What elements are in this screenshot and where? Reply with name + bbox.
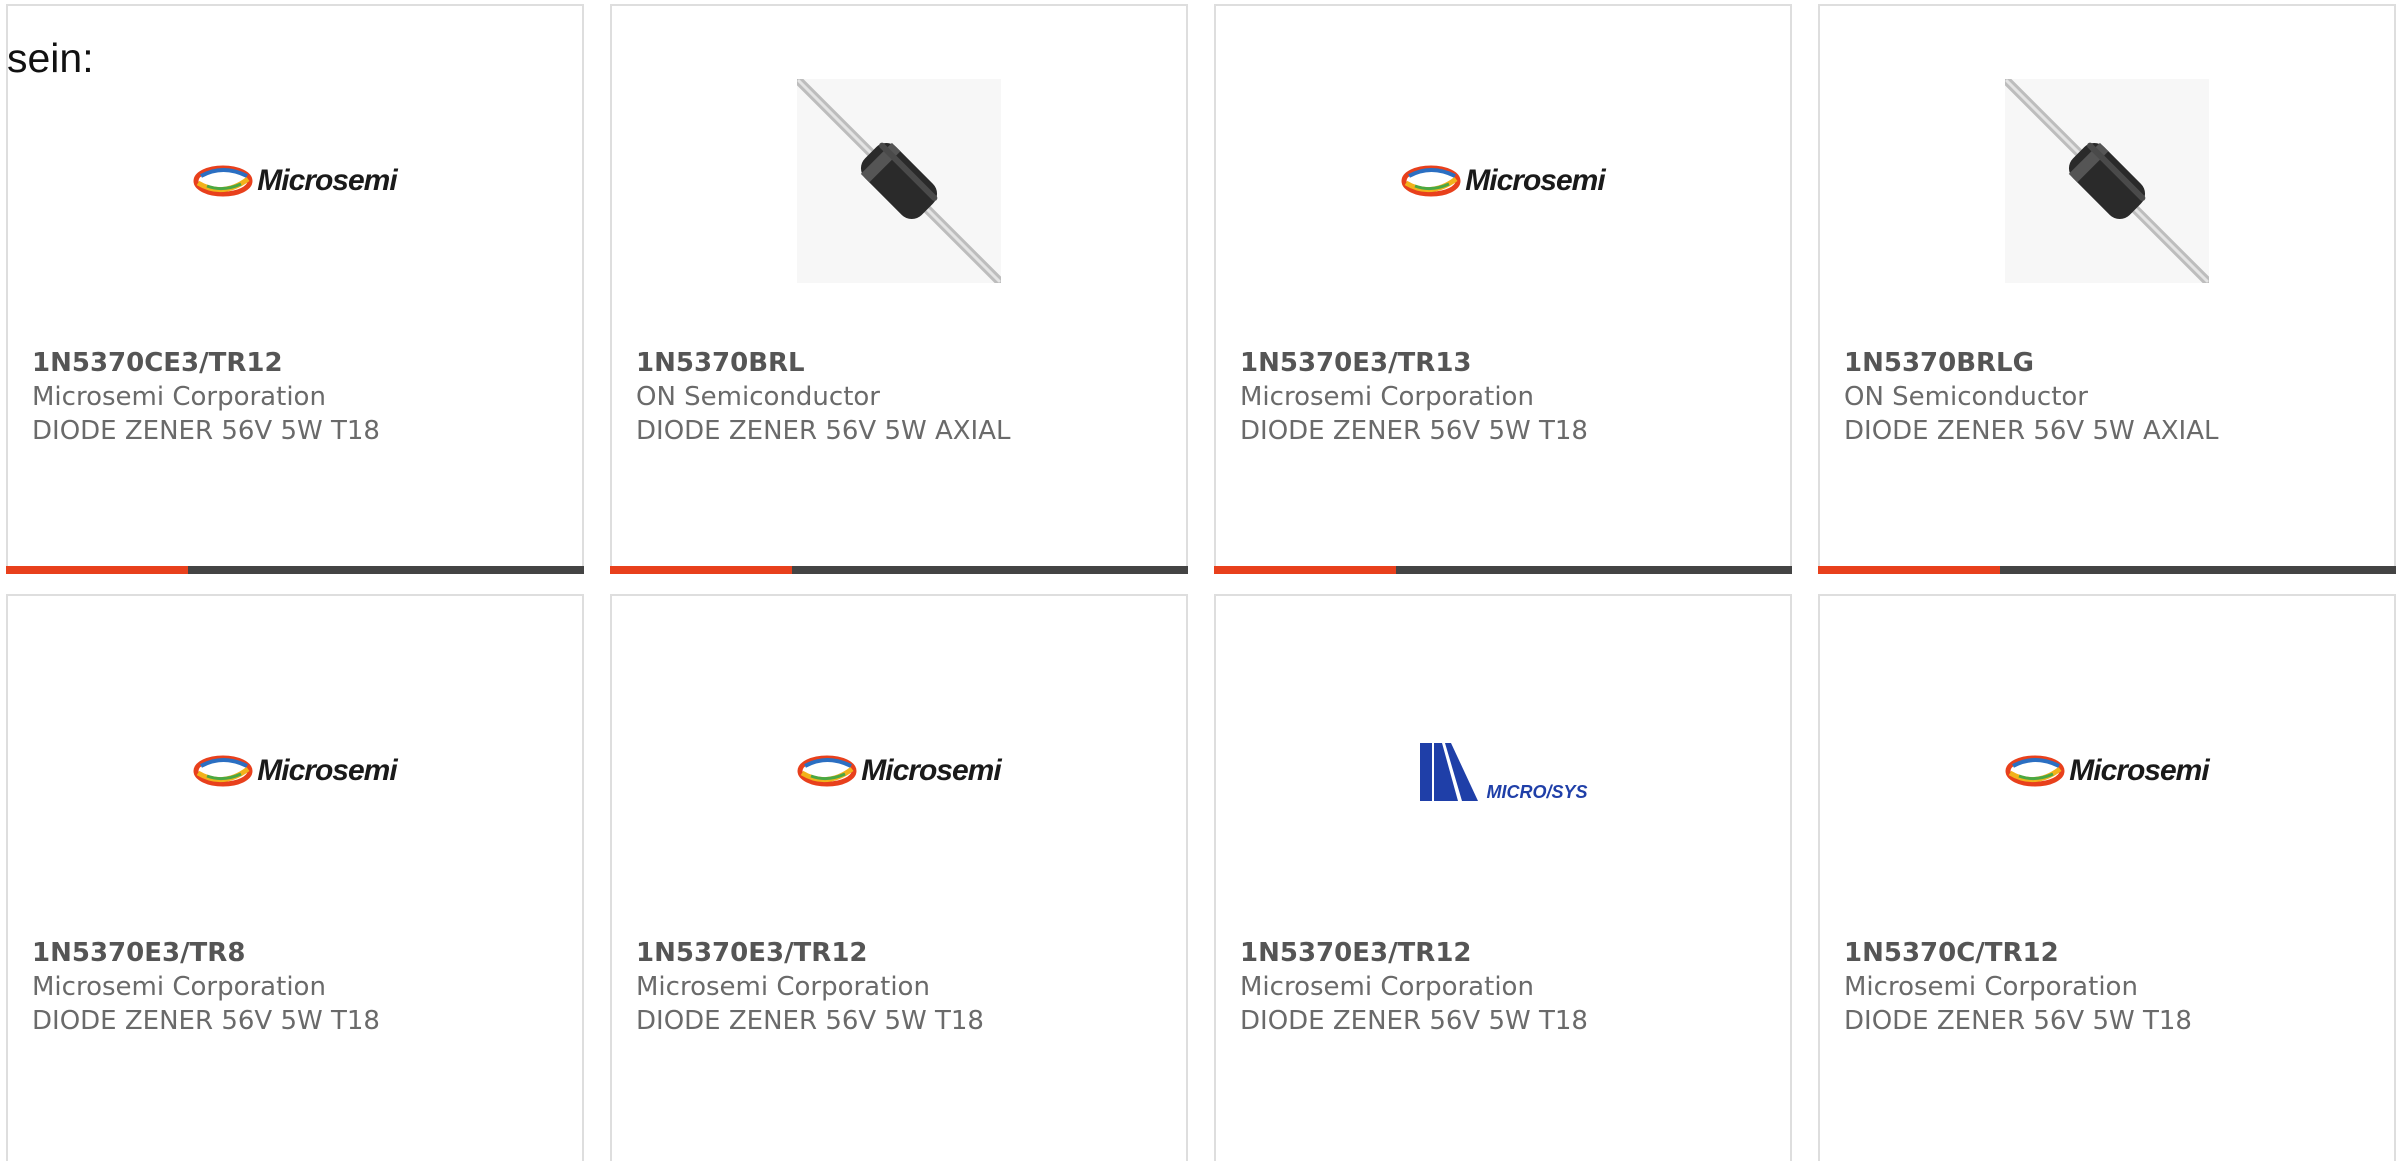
card-bottom-bar xyxy=(1214,566,1792,574)
product-card[interactable]: Microsemi 1N5370E3/TR12 Microsemi Corpor… xyxy=(610,594,1188,1161)
part-number-link[interactable]: 1N5370BRL xyxy=(636,346,1011,380)
description: DIODE ZENER 56V 5W AXIAL xyxy=(636,416,1011,446)
product-info: 1N5370CE3/TR12 Microsemi Corporation DIO… xyxy=(32,346,380,448)
manufacturer: Microsemi Corporation xyxy=(1240,382,1534,412)
description: DIODE ZENER 56V 5W T18 xyxy=(1844,1006,2192,1036)
description: DIODE ZENER 56V 5W T18 xyxy=(1240,1006,1588,1036)
part-number-link[interactable]: 1N5370CE3/TR12 xyxy=(32,346,380,380)
part-number-link[interactable]: 1N5370C/TR12 xyxy=(1844,936,2192,970)
product-image[interactable]: Microsemi xyxy=(8,656,582,886)
part-number-link[interactable]: 1N5370E3/TR8 xyxy=(32,936,380,970)
manufacturer: ON Semiconductor xyxy=(1844,382,2088,412)
product-card[interactable]: Microsemi 1N5370CE3/TR12 Microsemi Corpo… xyxy=(6,4,584,574)
card-accent-bar xyxy=(1818,566,2000,574)
part-number-link[interactable]: 1N5370E3/TR13 xyxy=(1240,346,1588,380)
product-info: 1N5370BRLG ON Semiconductor DIODE ZENER … xyxy=(1844,346,2219,448)
microsemi-swirl-icon xyxy=(797,755,857,787)
card-bottom-bar xyxy=(610,566,1188,574)
card-accent-bar xyxy=(1214,566,1396,574)
product-image[interactable] xyxy=(612,66,1186,296)
product-info: 1N5370BRL ON Semiconductor DIODE ZENER 5… xyxy=(636,346,1011,448)
card-bottom-bar xyxy=(1818,566,2396,574)
product-grid-page: sein: Microsemi 1N5370CE3/TR12 Microsemi… xyxy=(0,0,2400,1161)
manufacturer: Microsemi Corporation xyxy=(32,972,326,1002)
card-bottom-bar xyxy=(6,566,584,574)
part-number-link[interactable]: 1N5370BRLG xyxy=(1844,346,2219,380)
product-image[interactable]: Microsemi xyxy=(612,656,1186,886)
microsemi-logo: Microsemi xyxy=(193,164,398,198)
product-card[interactable]: Microsemi 1N5370E3/TR13 Microsemi Corpor… xyxy=(1214,4,1792,574)
part-number-link[interactable]: 1N5370E3/TR12 xyxy=(1240,936,1588,970)
product-card[interactable]: Microsemi 1N5370C/TR12 Microsemi Corpora… xyxy=(1818,594,2396,1161)
product-info: 1N5370E3/TR13 Microsemi Corporation DIOD… xyxy=(1240,346,1588,448)
microsemi-logo: Microsemi xyxy=(797,754,1002,788)
description: DIODE ZENER 56V 5W T18 xyxy=(1240,416,1588,446)
product-card[interactable]: MICRO/SYS 1N5370E3/TR12 Microsemi Corpor… xyxy=(1214,594,1792,1161)
product-card[interactable]: Microsemi 1N5370E3/TR8 Microsemi Corpora… xyxy=(6,594,584,1161)
microsemi-logo: Microsemi xyxy=(2005,754,2210,788)
manufacturer: Microsemi Corporation xyxy=(1844,972,2138,1002)
description: DIODE ZENER 56V 5W T18 xyxy=(636,1006,984,1036)
product-image[interactable]: Microsemi xyxy=(1216,66,1790,296)
product-card[interactable]: 1N5370BRLG ON Semiconductor DIODE ZENER … xyxy=(1818,4,2396,574)
product-image[interactable]: MICRO/SYS xyxy=(1216,656,1790,886)
card-accent-bar xyxy=(610,566,792,574)
card-accent-bar xyxy=(6,566,188,574)
part-number-link[interactable]: 1N5370E3/TR12 xyxy=(636,936,984,970)
manufacturer: Microsemi Corporation xyxy=(1240,972,1534,1002)
manufacturer: Microsemi Corporation xyxy=(636,972,930,1002)
microsemi-swirl-icon xyxy=(193,165,253,197)
product-info: 1N5370E3/TR12 Microsemi Corporation DIOD… xyxy=(636,936,984,1038)
microsys-mark-icon xyxy=(1420,743,1479,801)
microsemi-logo: Microsemi xyxy=(193,754,398,788)
microsemi-logo: Microsemi xyxy=(1401,164,1606,198)
axial-diode-image xyxy=(797,79,1001,283)
microsys-logo: MICRO/SYS xyxy=(1418,739,1588,803)
microsemi-swirl-icon xyxy=(193,755,253,787)
product-card[interactable]: 1N5370BRL ON Semiconductor DIODE ZENER 5… xyxy=(610,4,1188,574)
product-info: 1N5370E3/TR12 Microsemi Corporation DIOD… xyxy=(1240,936,1588,1038)
product-grid: Microsemi 1N5370CE3/TR12 Microsemi Corpo… xyxy=(6,4,2400,1161)
product-info: 1N5370E3/TR8 Microsemi Corporation DIODE… xyxy=(32,936,380,1038)
product-info: 1N5370C/TR12 Microsemi Corporation DIODE… xyxy=(1844,936,2192,1038)
manufacturer: ON Semiconductor xyxy=(636,382,880,412)
description: DIODE ZENER 56V 5W T18 xyxy=(32,416,380,446)
axial-diode-image xyxy=(2005,79,2209,283)
product-image[interactable] xyxy=(1820,66,2394,296)
description: DIODE ZENER 56V 5W T18 xyxy=(32,1006,380,1036)
intro-text: sein: xyxy=(7,35,94,81)
manufacturer: Microsemi Corporation xyxy=(32,382,326,412)
product-image[interactable]: Microsemi xyxy=(8,66,582,296)
description: DIODE ZENER 56V 5W AXIAL xyxy=(1844,416,2219,446)
product-image[interactable]: Microsemi xyxy=(1820,656,2394,886)
microsemi-swirl-icon xyxy=(1401,165,1461,197)
microsemi-swirl-icon xyxy=(2005,755,2065,787)
